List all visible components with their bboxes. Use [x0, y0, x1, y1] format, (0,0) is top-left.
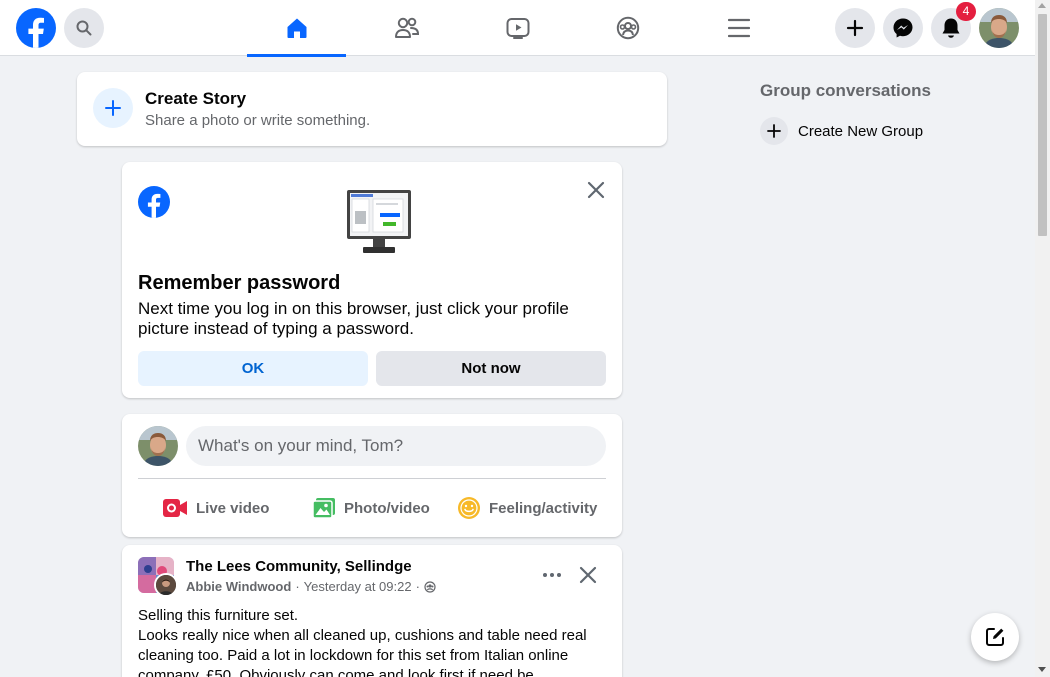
scrollbar-thumb[interactable] [1038, 14, 1047, 236]
create-new-group-link[interactable]: Create New Group [798, 123, 923, 140]
facebook-logo-icon[interactable] [16, 8, 56, 48]
home-icon [287, 18, 306, 38]
tab-friends[interactable] [357, 0, 456, 56]
plus-icon [105, 100, 121, 116]
audience-members-icon [424, 580, 436, 593]
facebook-logo-icon [138, 186, 170, 218]
video-icon [506, 18, 529, 39]
bell-icon [942, 18, 960, 38]
plus-icon [767, 124, 781, 138]
post-body: Selling this furniture set. Looks really… [138, 606, 606, 677]
create-group-button[interactable] [760, 117, 788, 145]
close-icon [587, 181, 605, 199]
divider [138, 478, 606, 479]
tab-home[interactable] [247, 0, 346, 57]
page-scrollbar[interactable] [1035, 0, 1050, 677]
feeling-activity-label: Feeling/activity [489, 499, 598, 517]
photo-icon [312, 498, 335, 519]
search-icon [76, 20, 92, 36]
photo-video-label: Photo/video [344, 499, 430, 517]
scroll-down-arrow-icon[interactable] [1038, 667, 1046, 672]
close-button[interactable] [584, 178, 608, 202]
post-composer: What's on your mind, Tom? Live video Pho… [122, 414, 622, 537]
whats-on-your-mind-input[interactable]: What's on your mind, Tom? [186, 426, 606, 466]
author-avatar[interactable] [154, 573, 178, 597]
post-group-name[interactable]: The Lees Community, Sellindge [186, 558, 412, 575]
live-video-label: Live video [196, 499, 270, 517]
feed-post: The Lees Community, Sellindge Abbie Wind… [122, 545, 622, 677]
close-icon [579, 566, 597, 584]
post-meta: Abbie Windwood · Yesterday at 09:22 · [186, 579, 436, 594]
messenger-icon [893, 18, 913, 38]
avatar[interactable] [138, 426, 178, 466]
feeling-icon [458, 497, 480, 519]
hide-post-button[interactable] [576, 563, 600, 587]
story-plus-button[interactable] [93, 88, 133, 128]
notification-count-badge: 4 [956, 2, 976, 21]
post-options-button[interactable] [540, 563, 564, 587]
friends-icon [394, 17, 419, 38]
group-conversations-heading: Group conversations [760, 81, 931, 100]
new-message-button[interactable] [971, 613, 1019, 661]
post-author-name[interactable]: Abbie Windwood [186, 579, 291, 594]
monitor-illustration-icon [346, 189, 412, 260]
feeling-activity-button[interactable]: Feeling/activity [457, 488, 597, 528]
tab-groups[interactable] [578, 0, 677, 56]
post-body-line: Looks really nice when all cleaned up, c… [138, 627, 587, 677]
groups-icon [616, 16, 639, 40]
meta-separator: · [415, 579, 420, 594]
search-button[interactable] [64, 8, 104, 48]
compose-icon [986, 628, 1004, 646]
not-now-button[interactable]: Not now [376, 351, 606, 386]
post-timestamp[interactable]: Yesterday at 09:22 [304, 579, 412, 594]
more-options-icon [543, 573, 561, 577]
ok-button[interactable]: OK [138, 351, 368, 386]
remember-password-title: Remember password [138, 272, 341, 294]
meta-separator: · [295, 579, 300, 594]
create-story-title: Create Story [145, 89, 247, 108]
remember-password-text: Next time you log in on this browser, ju… [138, 299, 569, 338]
create-story-subtitle: Share a photo or write something. [145, 112, 371, 129]
menu-icon [727, 18, 750, 38]
messenger-button[interactable] [883, 8, 923, 48]
tab-watch[interactable] [468, 0, 567, 56]
tab-menu[interactable] [689, 0, 788, 56]
create-button[interactable] [835, 8, 875, 48]
remember-password-card: Remember password Next time you log in o… [122, 162, 622, 398]
live-video-button[interactable]: Live video [162, 488, 269, 528]
plus-icon [846, 19, 864, 37]
create-story-card[interactable]: Create Story Share a photo or write some… [77, 72, 667, 146]
post-body-line: Selling this furniture set. [138, 607, 299, 624]
profile-avatar[interactable] [979, 8, 1019, 48]
photo-video-button[interactable]: Photo/video [312, 488, 430, 528]
top-navigation-bar: 4 [0, 0, 1035, 57]
scroll-up-arrow-icon[interactable] [1038, 3, 1046, 8]
live-video-icon [163, 499, 187, 517]
